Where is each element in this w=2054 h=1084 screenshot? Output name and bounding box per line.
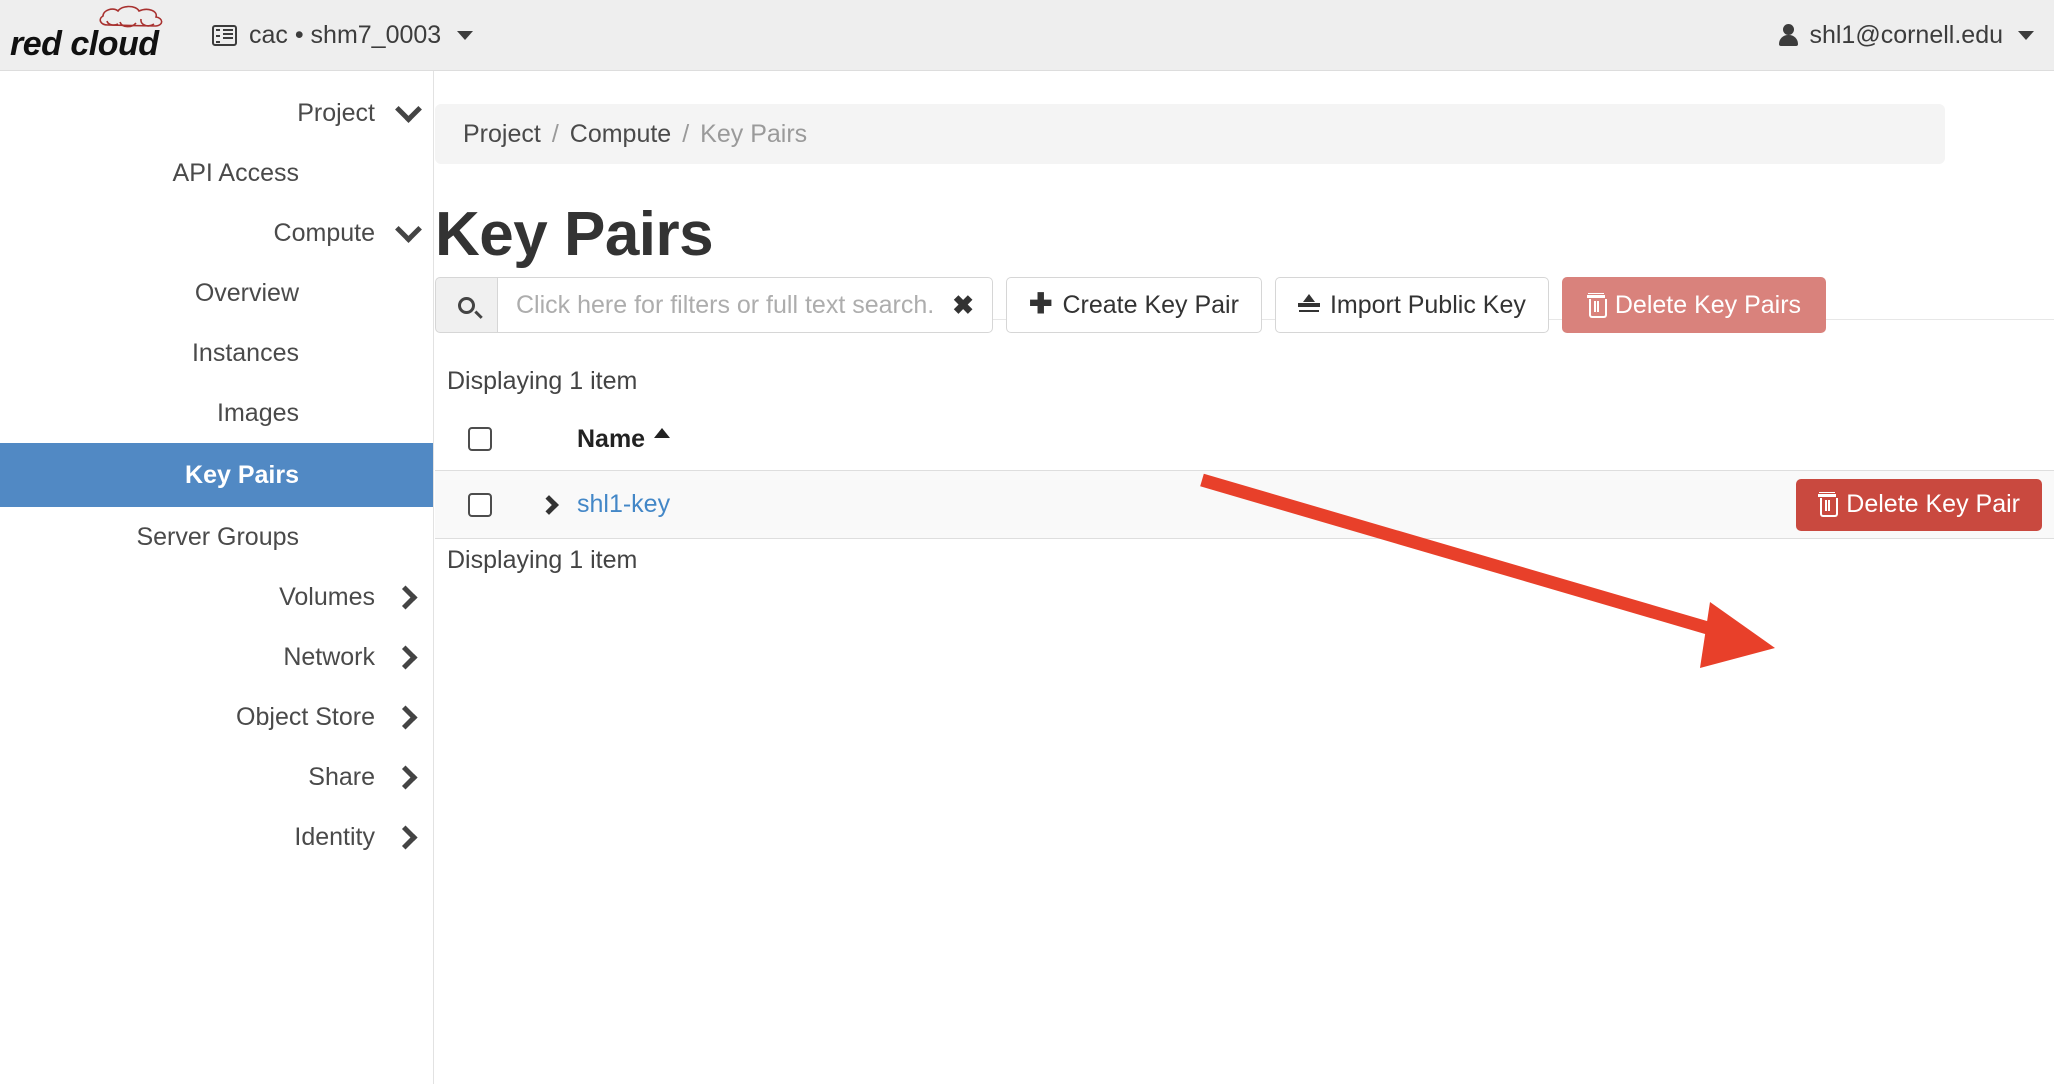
sidebar-item-volumes[interactable]: Volumes <box>0 567 433 627</box>
row-expand-cell[interactable] <box>525 494 577 515</box>
chevron-down-icon <box>383 215 433 243</box>
sidebar-item-server-groups[interactable]: Server Groups <box>0 507 433 567</box>
breadcrumb-item-project[interactable]: Project <box>463 120 541 149</box>
chevron-right-icon <box>383 704 433 730</box>
select-all-cell <box>435 427 525 451</box>
list-icon <box>212 24 237 46</box>
sidebar-item-label: Object Store <box>236 702 375 731</box>
delete-key-pairs-button[interactable]: Delete Key Pairs <box>1561 277 1827 333</box>
row-select-cell <box>435 492 525 517</box>
delete-key-pairs-label: Delete Key Pairs <box>1614 290 1802 319</box>
search-group: ✖ <box>435 277 993 333</box>
create-key-pair-button[interactable]: ✚ Create Key Pair <box>1006 277 1262 333</box>
column-header-name-label: Name <box>577 424 646 453</box>
import-public-key-label: Import Public Key <box>1329 290 1526 319</box>
sidebar-item-label: Key Pairs <box>185 460 299 489</box>
user-menu[interactable]: shl1@cornell.edu <box>1779 21 2034 50</box>
user-menu-label: shl1@cornell.edu <box>1809 20 2003 49</box>
upload-icon <box>1297 294 1320 316</box>
sidebar-item-project[interactable]: Project <box>0 83 433 143</box>
import-public-key-button[interactable]: Import Public Key <box>1274 277 1549 333</box>
item-count-bottom: Displaying 1 item <box>447 546 638 574</box>
chevron-right-icon <box>538 494 559 515</box>
row-actions-cell: Delete Key Pair <box>1796 478 2054 531</box>
brand-logo[interactable]: red cloud <box>0 0 180 71</box>
plus-icon: ✚ <box>1029 288 1053 319</box>
sidebar-item-label: Instances <box>191 338 299 367</box>
sidebar-item-key-pairs[interactable]: Key Pairs <box>0 443 433 507</box>
sidebar: Project API Access Compute Overview Inst… <box>0 71 434 1084</box>
sidebar-item-label: Compute <box>273 218 375 247</box>
table-row: shl1-key Delete Key Pair <box>435 471 2054 539</box>
sort-ascending-icon <box>654 428 671 438</box>
search-field[interactable]: ✖ <box>497 277 993 333</box>
brand-logo-text: red cloud <box>10 24 159 63</box>
chevron-down-icon <box>383 95 433 123</box>
sidebar-item-compute[interactable]: Compute <box>0 203 433 263</box>
trash-icon <box>1818 494 1839 517</box>
item-count-top: Displaying 1 item <box>447 367 638 395</box>
create-key-pair-label: Create Key Pair <box>1062 290 1239 319</box>
sidebar-item-label: Project <box>297 98 375 127</box>
breadcrumb-item-compute[interactable]: Compute <box>570 120 671 149</box>
top-bar: red cloud cac • shm7_0003 shl1@cornell.e… <box>0 0 2054 71</box>
sidebar-item-images[interactable]: Images <box>0 383 433 443</box>
sidebar-item-label: Volumes <box>279 582 375 611</box>
breadcrumb-separator: / <box>551 119 559 148</box>
chevron-right-icon <box>383 764 433 790</box>
search-input[interactable] <box>514 289 945 321</box>
sidebar-item-label: Server Groups <box>136 522 299 551</box>
select-all-checkbox[interactable] <box>468 427 492 451</box>
row-name-cell: shl1-key <box>577 490 670 519</box>
project-selector-label: cac • shm7_0003 <box>249 20 442 49</box>
key-pairs-table: Name shl1-key Delete Key Pair <box>435 408 2054 539</box>
search-icon <box>454 292 479 318</box>
column-header-name[interactable]: Name <box>577 424 671 454</box>
sidebar-item-share[interactable]: Share <box>0 747 433 807</box>
delete-key-pair-label: Delete Key Pair <box>1846 490 2020 518</box>
breadcrumb: Project / Compute / Key Pairs <box>435 104 1945 164</box>
main-content: Project / Compute / Key Pairs Key Pairs … <box>435 71 2054 1084</box>
search-button[interactable] <box>435 277 497 333</box>
sidebar-item-instances[interactable]: Instances <box>0 323 433 383</box>
chevron-right-icon <box>383 824 433 850</box>
clear-search-icon[interactable]: ✖ <box>952 292 974 318</box>
sidebar-item-network[interactable]: Network <box>0 627 433 687</box>
sidebar-item-label: API Access <box>172 158 299 187</box>
row-checkbox[interactable] <box>468 492 492 517</box>
person-icon <box>1779 24 1799 46</box>
chevron-right-icon <box>383 584 433 610</box>
toolbar: ✖ ✚ Create Key Pair Import Public Key De… <box>435 277 2054 333</box>
sidebar-item-api-access[interactable]: API Access <box>0 143 433 203</box>
sidebar-item-identity[interactable]: Identity <box>0 807 433 867</box>
table-header-row: Name <box>435 408 2054 471</box>
sidebar-item-label: Images <box>217 398 299 427</box>
chevron-down-icon <box>457 30 474 40</box>
trash-icon <box>1586 294 1607 318</box>
sidebar-item-label: Share <box>308 762 375 791</box>
sidebar-item-overview[interactable]: Overview <box>0 263 433 323</box>
sidebar-item-label: Network <box>283 642 375 671</box>
key-pair-name-link[interactable]: shl1-key <box>577 490 670 518</box>
delete-key-pair-button[interactable]: Delete Key Pair <box>1796 478 2042 531</box>
project-selector[interactable]: cac • shm7_0003 <box>212 20 474 50</box>
chevron-right-icon <box>383 644 433 670</box>
sidebar-item-label: Overview <box>194 278 299 307</box>
breadcrumb-separator: / <box>682 119 690 148</box>
breadcrumb-item-key-pairs: Key Pairs <box>700 119 808 148</box>
page-title: Key Pairs <box>435 200 714 269</box>
sidebar-item-label: Identity <box>294 822 375 851</box>
chevron-down-icon <box>2018 30 2034 40</box>
sidebar-item-object-store[interactable]: Object Store <box>0 687 433 747</box>
